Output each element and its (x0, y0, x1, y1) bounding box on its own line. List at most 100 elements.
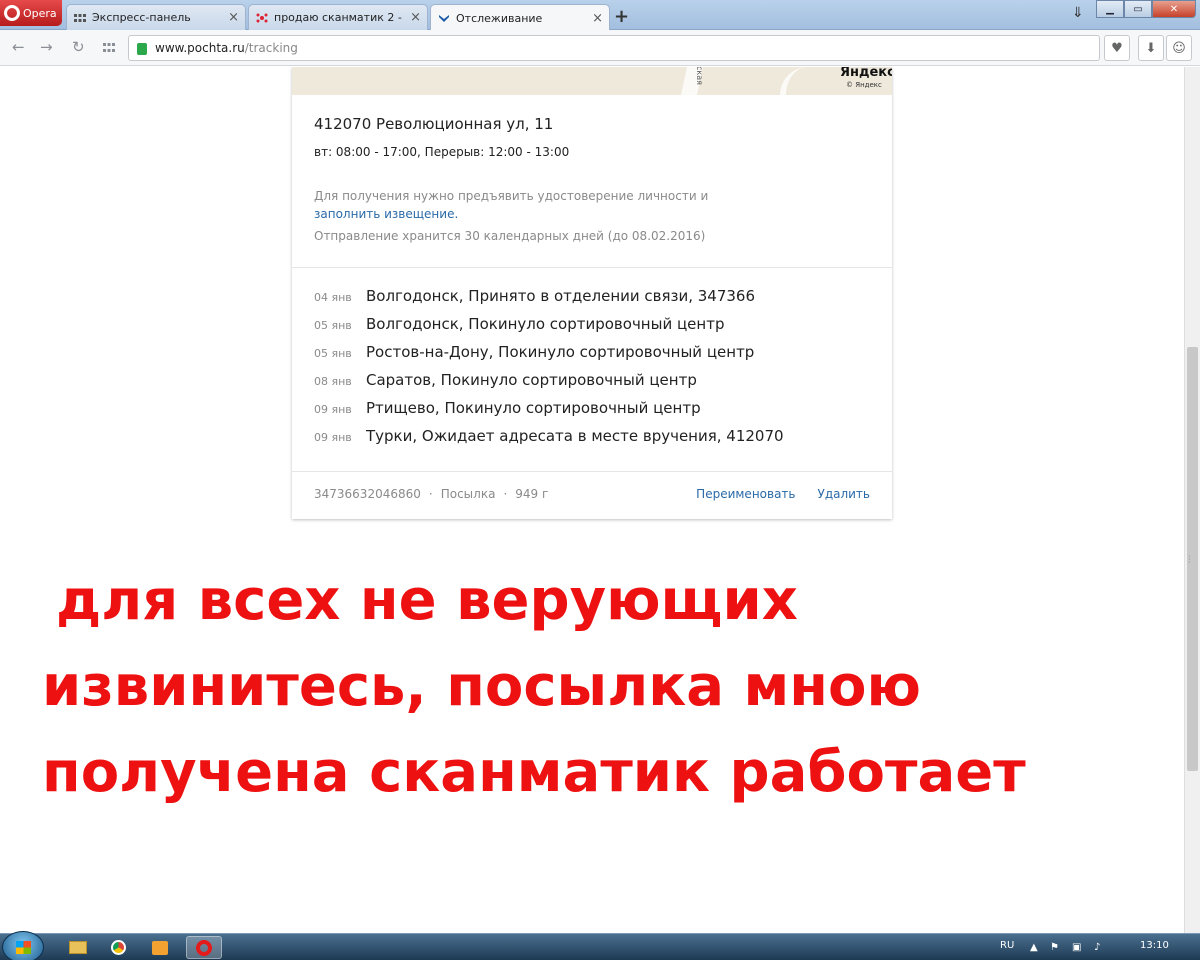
separator: · (428, 487, 433, 501)
tracking-event: 05 янв Волгодонск, Покинуло сортировочны… (314, 315, 784, 343)
url-path: /tracking (244, 41, 298, 55)
fill-notice-link[interactable]: заполнить извещение. (314, 207, 458, 221)
folder-icon (69, 941, 87, 954)
opera-icon (196, 939, 212, 956)
tab-menu-icon[interactable]: ⇓ (1072, 5, 1084, 21)
language-indicator[interactable]: RU (1000, 940, 1014, 951)
chrome-icon (110, 940, 126, 955)
media-player-icon (152, 940, 168, 955)
overlay-line: для всех не верующих (56, 568, 798, 633)
office-map[interactable]: ская Яндекс © Яндекс (292, 67, 892, 95)
tracking-event: 09 янв Ртищево, Покинуло сортировочный ц… (314, 399, 784, 427)
explorer-taskbar-button[interactable] (60, 936, 96, 959)
parcel-footer: 34736632046860 · Посылка · 949 г Переиме… (314, 487, 870, 501)
tab-close-button[interactable]: × (592, 11, 603, 26)
tab-express-panel[interactable]: Экспресс-панель × (66, 4, 246, 30)
address-bar[interactable]: www.pochta.ru/tracking (128, 35, 1100, 61)
speed-dial-icon[interactable] (102, 41, 116, 55)
clock[interactable]: 13:10 (1140, 940, 1169, 951)
parcel-weight: 949 г (515, 487, 549, 501)
event-date: 09 янв (314, 431, 352, 444)
opera-taskbar-button[interactable] (186, 936, 222, 959)
forward-arrow-icon[interactable]: → (40, 38, 53, 56)
tab-label: Отслеживание (456, 11, 543, 25)
close-window-button[interactable]: ✕ (1152, 0, 1196, 18)
tab-label: Экспресс-панель (92, 11, 191, 24)
download-icon[interactable]: ⬇ (1138, 35, 1164, 61)
windows-logo-icon (16, 941, 31, 954)
event-date: 05 янв (314, 319, 352, 332)
tab-close-button[interactable]: × (410, 10, 421, 25)
media-player-taskbar-button[interactable] (142, 936, 178, 959)
tracking-events: 04 янв Волгодонск, Принято в отделении с… (314, 287, 784, 455)
rename-button[interactable]: Переименовать (696, 487, 795, 501)
grid-icon (74, 13, 86, 22)
tracking-event: 09 янв Турки, Ожидает адресата в месте в… (314, 427, 784, 455)
event-text: Саратов, Покинуло сортировочный центр (366, 371, 697, 389)
divider (292, 471, 892, 472)
separator: · (503, 487, 508, 501)
overlay-line: получена сканматик работает (42, 740, 1026, 805)
new-tab-button[interactable]: + (614, 6, 629, 27)
event-date: 08 янв (314, 375, 352, 388)
overlay-message: для всех не верующих извинитесь, посылка… (42, 558, 1157, 816)
russian-post-icon (439, 15, 449, 22)
pickup-note: Для получения нужно предъявить удостовер… (314, 189, 709, 203)
chrome-taskbar-button[interactable] (100, 936, 136, 959)
map-copyright: © Яндекс (846, 81, 882, 89)
yandex-logo: Яндекс (840, 67, 892, 80)
tracking-event: 04 янв Волгодонск, Принято в отделении с… (314, 287, 784, 315)
scrollbar-grip-icon: · · · (1188, 552, 1191, 567)
show-hidden-icons-icon[interactable]: ▲ (1030, 942, 1038, 953)
volume-icon[interactable]: ♪ (1094, 942, 1100, 953)
browser-titlebar: Opera Экспресс-панель × продаю сканматик… (0, 0, 1200, 31)
start-button[interactable] (2, 931, 44, 960)
vertical-scrollbar[interactable]: · · · (1184, 67, 1200, 933)
tab-scanmatic[interactable]: продаю сканматик 2 - Ст × (248, 4, 428, 30)
overlay-line: извинитесь, посылка мною (42, 654, 921, 719)
heart-icon[interactable]: ♥ (1104, 35, 1130, 61)
tab-tracking[interactable]: Отслеживание × (430, 4, 610, 31)
tracking-number: 34736632046860 (314, 487, 421, 501)
divider (292, 267, 892, 268)
office-address: 412070 Революционная ул, 11 (314, 115, 554, 133)
network-icon[interactable]: ▣ (1072, 942, 1081, 953)
back-arrow-icon[interactable]: ← (12, 38, 25, 56)
tab-label: продаю сканматик 2 - Ст (274, 11, 406, 24)
event-text: Волгодонск, Покинуло сортировочный центр (366, 315, 725, 333)
page-viewport: ская Яндекс © Яндекс 412070 Революционна… (0, 67, 1184, 933)
opera-menu-label: Opera (23, 6, 57, 20)
account-icon[interactable]: ☺ (1166, 35, 1192, 61)
event-text: Ростов-на-Дону, Покинуло сортировочный ц… (366, 343, 755, 361)
url-host: www.pochta.ru (155, 41, 245, 55)
storage-note: Отправление хранится 30 календарных дней… (314, 229, 706, 243)
maximize-button[interactable]: ▭ (1124, 0, 1152, 18)
opera-menu-button[interactable]: Opera (0, 0, 62, 26)
opera-logo-icon (4, 5, 20, 21)
map-road (780, 67, 814, 95)
action-center-flag-icon[interactable]: ⚑ (1050, 942, 1059, 953)
windows-taskbar: RU ▲ ⚑ ▣ ♪ 13:10 (0, 931, 1200, 960)
overlay-message-box: для всех не верующих извинитесь, посылка… (40, 540, 1162, 920)
reload-icon[interactable]: ↻ (72, 38, 85, 56)
browser-toolbar: ← → ↻ www.pochta.ru/tracking ♥ ⬇ ☺ (0, 30, 1200, 66)
map-street-label: ская (694, 67, 704, 85)
event-text: Волгодонск, Принято в отделении связи, 3… (366, 287, 756, 305)
tracking-event: 05 янв Ростов-на-Дону, Покинуло сортиров… (314, 343, 784, 371)
event-text: Ртищево, Покинуло сортировочный центр (366, 399, 701, 417)
event-date: 04 янв (314, 291, 352, 304)
event-date: 05 янв (314, 347, 352, 360)
minimize-button[interactable]: ▁ (1096, 0, 1124, 18)
tracking-card: ская Яндекс © Яндекс 412070 Революционна… (292, 67, 892, 519)
office-hours: вт: 08:00 - 17:00, Перерыв: 12:00 - 13:0… (314, 145, 570, 159)
forum-icon (256, 13, 268, 22)
tab-close-button[interactable]: × (228, 10, 239, 25)
secure-lock-icon (137, 43, 147, 55)
parcel-type: Посылка (440, 487, 496, 501)
parcel-actions: Переименовать Удалить (696, 487, 870, 501)
tracking-event: 08 янв Саратов, Покинуло сортировочный ц… (314, 371, 784, 399)
event-date: 09 янв (314, 403, 352, 416)
delete-button[interactable]: Удалить (818, 487, 871, 501)
event-text: Турки, Ожидает адресата в месте вручения… (366, 427, 784, 445)
window-controls: ▁ ▭ ✕ (1096, 0, 1196, 18)
